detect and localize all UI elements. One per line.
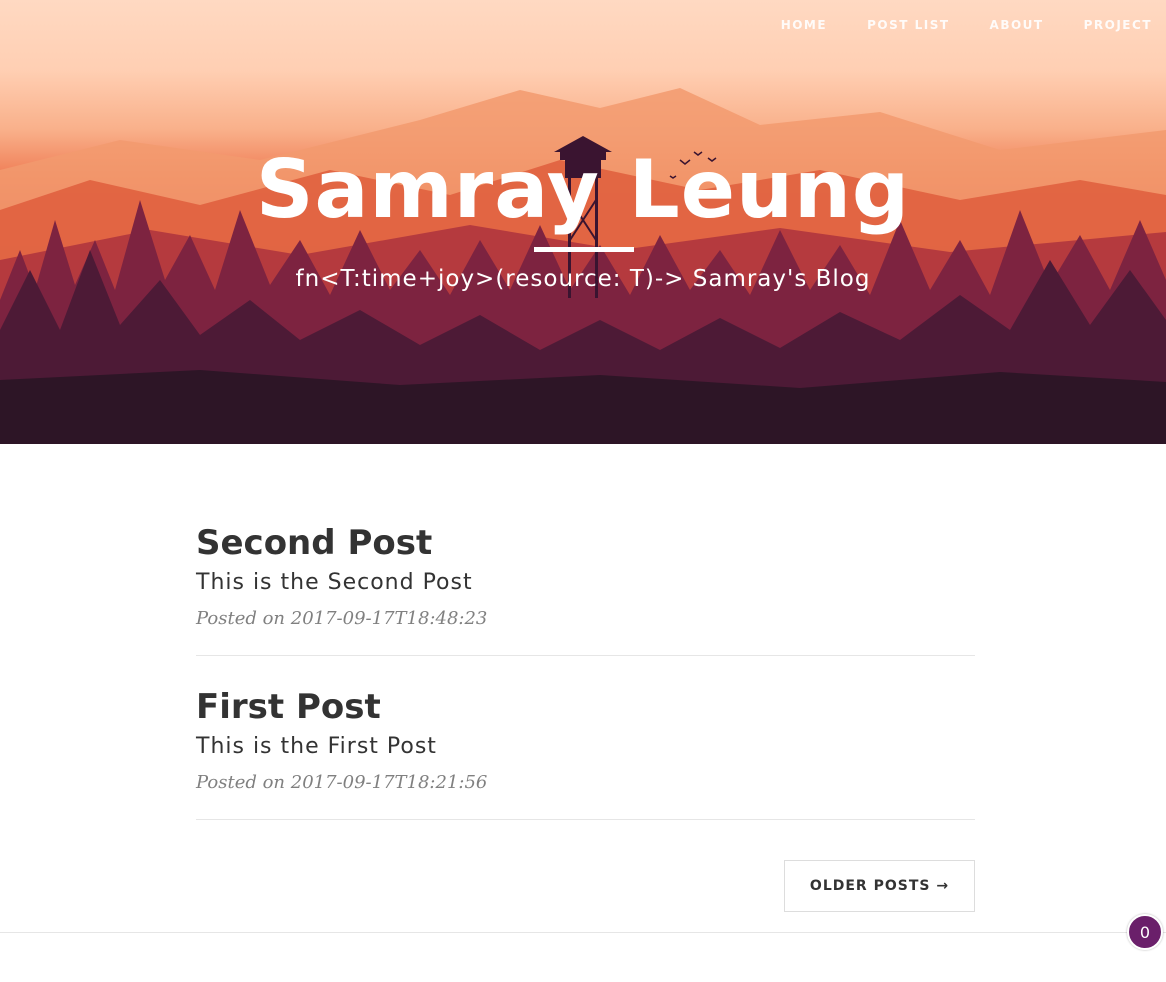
post-title[interactable]: First Post [196,684,975,730]
post-meta: Posted on 2017-09-17T18:48:23 [196,608,488,629]
nav-project-link[interactable]: PROJECT [1084,18,1152,32]
hero-banner: HOME POST LIST ABOUT PROJECT Samray Leun… [0,0,1166,444]
post-subtitle[interactable]: This is the Second Post [196,568,975,598]
site-subtitle: fn<T:time+joy>(resource: T)-> Samray's B… [295,266,871,292]
post-list: Second Post This is the Second Post Post… [196,520,975,820]
notification-count-badge[interactable]: 0 [1127,914,1163,950]
nav-home-link[interactable]: HOME [781,18,827,32]
post-subtitle[interactable]: This is the First Post [196,732,975,762]
footer-divider [0,932,1166,933]
older-posts-button[interactable]: OLDER POSTS → [784,860,975,912]
post-preview[interactable]: First Post This is the First Post Posted… [196,656,975,820]
post-preview[interactable]: Second Post This is the Second Post Post… [196,520,975,656]
top-nav: HOME POST LIST ABOUT PROJECT [781,18,1152,32]
nav-post-list-link[interactable]: POST LIST [867,18,949,32]
title-divider [534,247,634,252]
site-title: Samray Leung [255,143,911,236]
post-meta: Posted on 2017-09-17T18:21:56 [196,772,488,793]
post-title[interactable]: Second Post [196,520,975,566]
nav-about-link[interactable]: ABOUT [990,18,1044,32]
